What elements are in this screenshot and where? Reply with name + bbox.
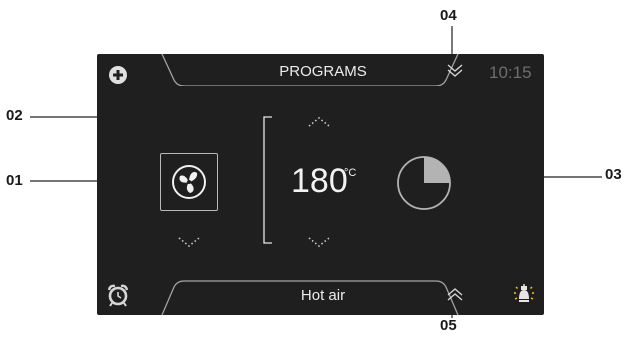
callout-label-01: 01 (6, 172, 23, 189)
oven-light-icon[interactable] (511, 281, 537, 307)
callout-label-02: 02 (6, 107, 23, 124)
oven-display-screen: PROGRAMS 10:15 180 °C Hot air (97, 54, 544, 315)
temperature-value[interactable]: 180 (291, 162, 348, 201)
timer-elapsed-slice (424, 157, 450, 183)
callout-label-05: 05 (440, 317, 457, 334)
programs-title: PROGRAMS (279, 63, 367, 80)
fan-mode-button[interactable] (160, 153, 218, 211)
cooking-timer-pie[interactable] (394, 153, 454, 213)
temperature-bracket (263, 116, 272, 244)
alarm-clock-icon[interactable] (106, 283, 130, 307)
fan-scroll-down-icon[interactable] (177, 236, 201, 248)
mode-label: Hot air (300, 287, 346, 304)
callout-label-03: 03 (605, 166, 622, 183)
chevron-down-double-icon[interactable] (445, 62, 465, 80)
temperature-unit: °C (344, 167, 357, 179)
clock-time: 10:15 (489, 63, 532, 82)
chevron-up-double-icon[interactable] (445, 286, 465, 304)
temperature-up-icon[interactable] (307, 116, 331, 128)
callout-label-04: 04 (440, 7, 457, 24)
temperature-down-icon[interactable] (307, 236, 331, 248)
plus-circle-icon[interactable] (108, 65, 128, 85)
fan-icon (172, 165, 206, 199)
